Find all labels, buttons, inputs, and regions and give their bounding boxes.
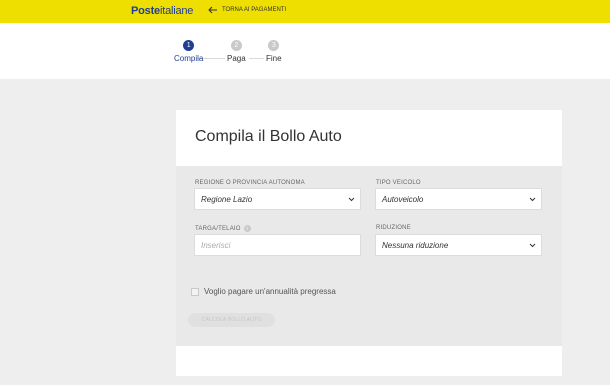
logo-regular-text: italiane (159, 5, 194, 17)
step-paga: 2 Paga (227, 40, 246, 63)
chevron-down-icon (529, 197, 536, 202)
chevron-down-icon (348, 197, 355, 202)
regione-label: REGIONE O PROVINCIA AUTONOMA (195, 180, 305, 186)
calcola-bollo-button[interactable]: CALCOLA BOLLO AUTO (188, 313, 275, 327)
step-connector (249, 58, 264, 59)
progress-stepper: 1 Compila 2 Paga 3 Fine (0, 23, 610, 79)
step-label: Compila (174, 54, 204, 63)
back-link-label: TORNA AI PAGAMENTI (222, 7, 287, 13)
step-number-circle: 1 (183, 40, 195, 51)
riduzione-label: RIDUZIONE (376, 225, 411, 231)
regione-value: Regione Lazio (201, 194, 253, 204)
step-label: Paga (227, 54, 246, 63)
annualita-pregressa-option[interactable]: Voglio pagare un'annualità pregressa (191, 287, 336, 296)
riduzione-select[interactable]: Nessuna riduzione (375, 234, 542, 256)
targa-label-row: TARGA/TELAIO i (195, 225, 251, 232)
poste-italiane-logo[interactable]: Posteitaliane (131, 5, 193, 17)
tipo-veicolo-select[interactable]: Autoveicolo (375, 188, 542, 210)
bollo-form-card: Compila il Bollo Auto REGIONE O PROVINCI… (176, 110, 562, 376)
annualita-checkbox[interactable] (191, 287, 199, 296)
targa-label: TARGA/TELAIO (195, 225, 241, 232)
tipo-veicolo-label: TIPO VEICOLO (376, 180, 421, 186)
logo-bold-text: Poste (131, 5, 160, 17)
arrow-left-icon (208, 6, 217, 14)
step-compila: 1 Compila (174, 40, 203, 63)
regione-select[interactable]: Regione Lazio (194, 188, 361, 210)
tipo-veicolo-value: Autoveicolo (382, 194, 424, 204)
top-bar: Posteitaliane TORNA AI PAGAMENTI (0, 0, 610, 23)
back-to-payments-link[interactable]: TORNA AI PAGAMENTI (208, 6, 286, 14)
info-icon[interactable]: i (243, 225, 251, 232)
form-area: REGIONE O PROVINCIA AUTONOMA Regione Laz… (176, 166, 562, 346)
page-title: Compila il Bollo Auto (195, 128, 342, 145)
targa-placeholder: Inserisci (201, 240, 231, 250)
riduzione-value: Nessuna riduzione (382, 240, 449, 250)
chevron-down-icon (529, 243, 536, 248)
targa-input[interactable]: Inserisci (194, 234, 361, 256)
step-number-circle: 3 (268, 40, 280, 51)
step-fine: 3 Fine (266, 40, 282, 63)
step-number-circle: 2 (230, 40, 242, 51)
annualita-checkbox-label: Voglio pagare un'annualità pregressa (204, 287, 336, 296)
step-label: Fine (266, 54, 282, 63)
